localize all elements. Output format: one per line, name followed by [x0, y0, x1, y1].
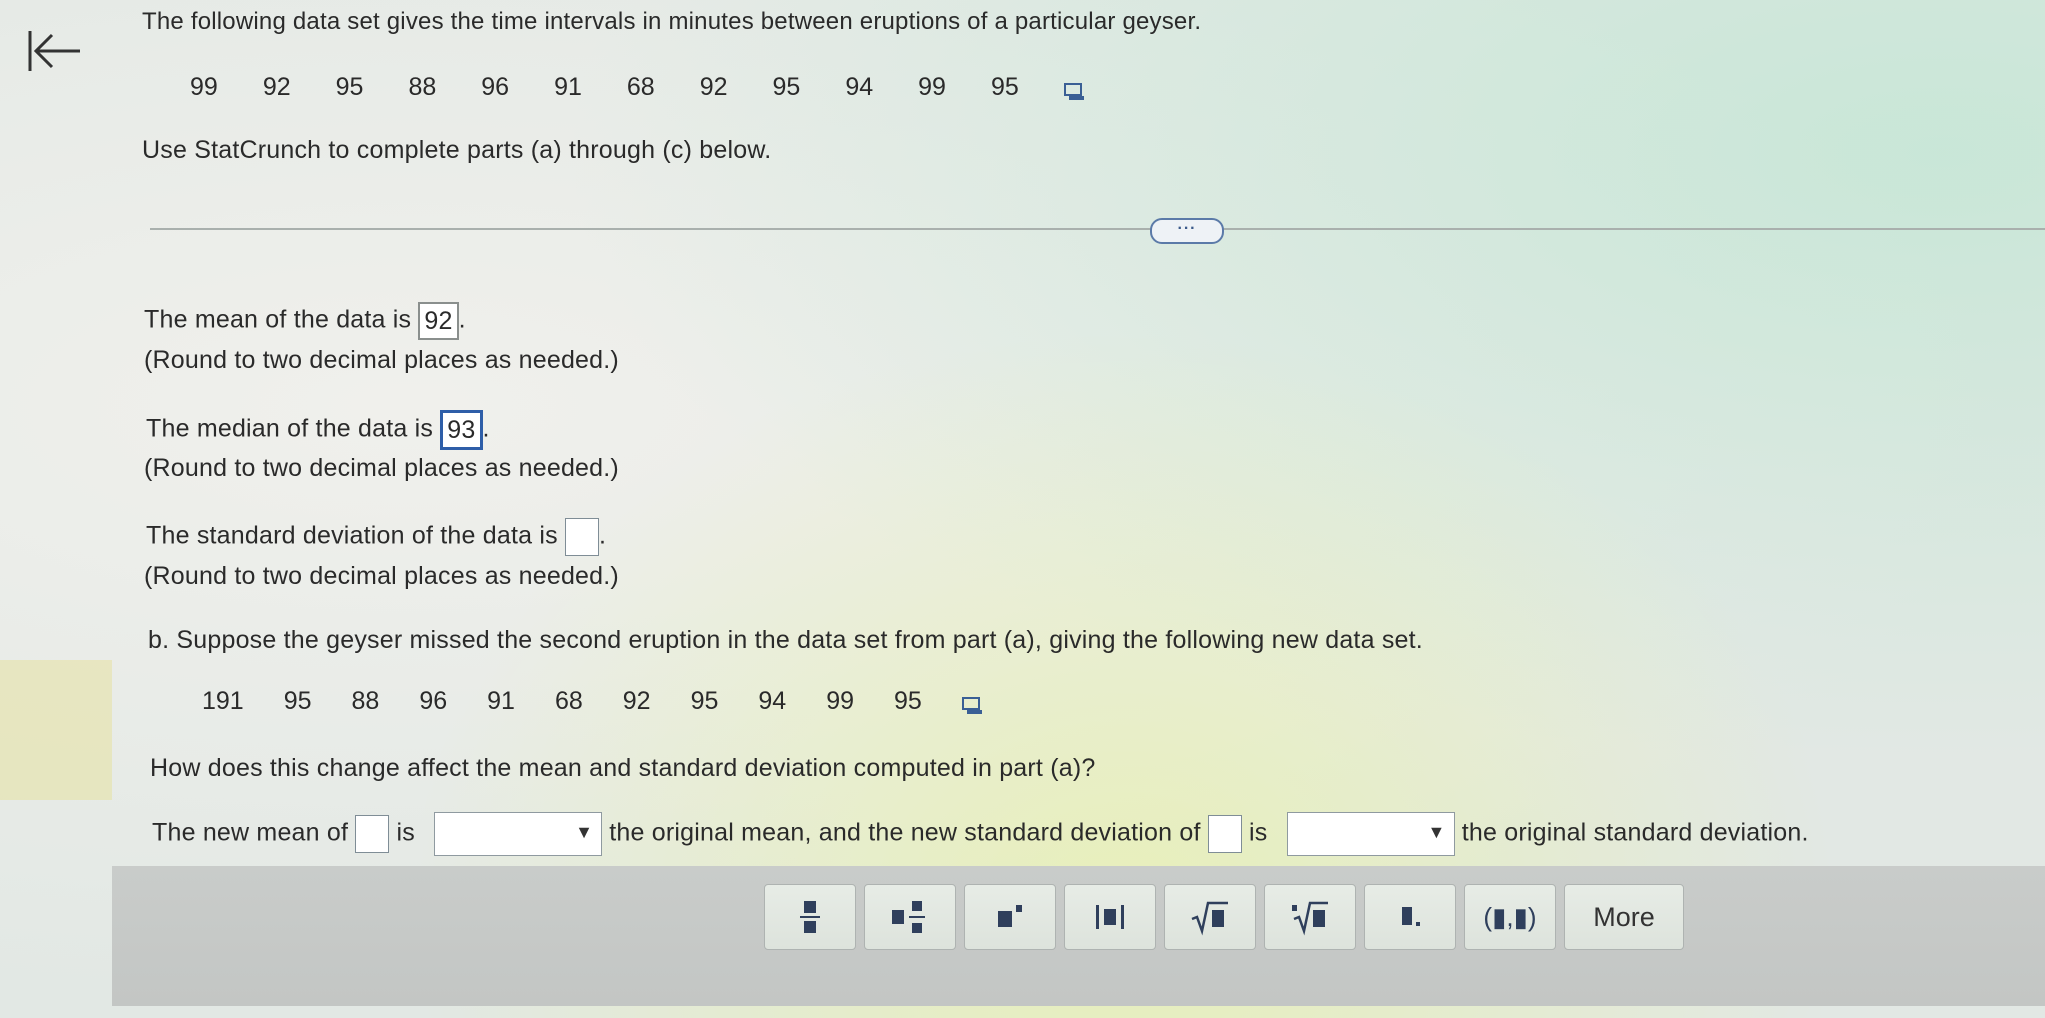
data-value: 91 — [487, 687, 515, 715]
data-value: 94 — [758, 687, 787, 715]
data-value: 99 — [918, 73, 946, 101]
sentence-part: is — [396, 818, 415, 847]
copy-data-icon[interactable] — [1063, 79, 1086, 100]
part-b-question: How does this change affect the mean and… — [150, 754, 1096, 782]
data-set-a: 99 92 95 88 96 91 68 92 95 94 99 95 — [190, 73, 1086, 102]
period: . — [599, 521, 607, 550]
median-answer-box[interactable]: 93 — [440, 410, 483, 450]
mean-line: The mean of the data is 92. — [144, 302, 466, 340]
data-value: 95 — [894, 687, 922, 715]
nth-root-button[interactable] — [1264, 884, 1356, 950]
data-value: 68 — [554, 687, 583, 715]
absolute-value-button[interactable] — [1064, 884, 1156, 950]
median-line: The median of the data is 93. — [146, 410, 490, 450]
decimal-button[interactable] — [1364, 884, 1456, 950]
mixed-number-icon — [892, 901, 925, 933]
mean-label: The mean of the data is — [144, 305, 412, 334]
copy-data-icon[interactable] — [961, 693, 984, 714]
left-highlight-strip — [0, 660, 112, 800]
dropdown-arrow-icon: ▼ — [1427, 822, 1446, 842]
mean-answer-box[interactable]: 92 — [418, 302, 459, 340]
sentence-part: is — [1248, 818, 1268, 847]
round-note: (Round to two decimal places as needed.) — [144, 346, 619, 374]
exponent-button[interactable] — [964, 884, 1056, 950]
sentence-part: the original standard deviation. — [1461, 818, 1809, 847]
period: . — [458, 305, 466, 334]
sd-answer-box[interactable] — [565, 518, 599, 556]
new-mean-box[interactable] — [355, 815, 390, 853]
data-value: 88 — [408, 73, 437, 101]
data-value: 95 — [690, 687, 719, 715]
nth-root-icon — [1292, 901, 1328, 936]
square-root-icon — [1191, 901, 1228, 936]
data-value: 92 — [699, 73, 728, 101]
data-value: 91 — [554, 73, 582, 101]
data-set-b: 191 95 88 96 91 68 92 95 94 99 95 — [202, 687, 984, 716]
data-value: 191 — [202, 687, 244, 715]
data-value: 88 — [351, 687, 380, 715]
round-note: (Round to two decimal places as needed.) — [144, 454, 619, 482]
sd-label: The standard deviation of the data is — [146, 521, 558, 550]
ordered-pair-button[interactable]: (▮,▮) — [1464, 884, 1556, 950]
mixed-number-button[interactable] — [864, 884, 956, 950]
data-value: 92 — [622, 687, 651, 715]
instruction-text: Use StatCrunch to complete parts (a) thr… — [142, 136, 772, 164]
data-value: 94 — [845, 73, 874, 101]
intro-text: The following data set gives the time in… — [142, 8, 1202, 35]
data-value: 68 — [626, 73, 655, 101]
sentence-part: the original mean, and the new standard … — [609, 818, 1201, 847]
sentence-part: The new mean of — [152, 818, 349, 847]
back-arrow-icon[interactable] — [26, 28, 82, 74]
part-b-text: b. Suppose the geyser missed the second … — [148, 626, 1423, 654]
data-value: 92 — [262, 73, 291, 101]
absolute-value-icon — [1096, 905, 1124, 929]
expand-dots-button[interactable]: ··· — [1150, 218, 1224, 244]
dropdown-arrow-icon: ▼ — [575, 822, 594, 842]
data-value: 95 — [283, 687, 312, 715]
period: . — [482, 414, 490, 443]
new-sd-box[interactable] — [1207, 815, 1242, 853]
fraction-button[interactable] — [764, 884, 856, 950]
fraction-icon — [800, 901, 820, 933]
exponent-icon — [998, 905, 1022, 927]
square-root-button[interactable] — [1164, 884, 1256, 950]
decimal-icon — [1402, 907, 1420, 926]
data-value: 95 — [990, 73, 1019, 101]
sd-line: The standard deviation of the data is . — [146, 518, 606, 556]
math-toolbar: (▮,▮) More — [112, 866, 2045, 1006]
mean-compare-dropdown[interactable]: ▼ — [434, 812, 603, 856]
data-value: 95 — [772, 73, 801, 101]
sd-compare-dropdown[interactable]: ▼ — [1286, 812, 1455, 856]
data-value: 96 — [481, 73, 510, 101]
data-value: 99 — [190, 73, 218, 101]
round-note: (Round to two decimal places as needed.) — [144, 562, 619, 590]
data-value: 95 — [335, 73, 364, 101]
data-value: 96 — [419, 687, 448, 715]
data-value: 99 — [826, 687, 855, 715]
more-button[interactable]: More — [1564, 884, 1684, 950]
answer-sentence: The new mean of is ▼ the original mean, … — [152, 812, 1809, 856]
divider — [150, 228, 2045, 230]
median-label: The median of the data is — [146, 414, 434, 443]
